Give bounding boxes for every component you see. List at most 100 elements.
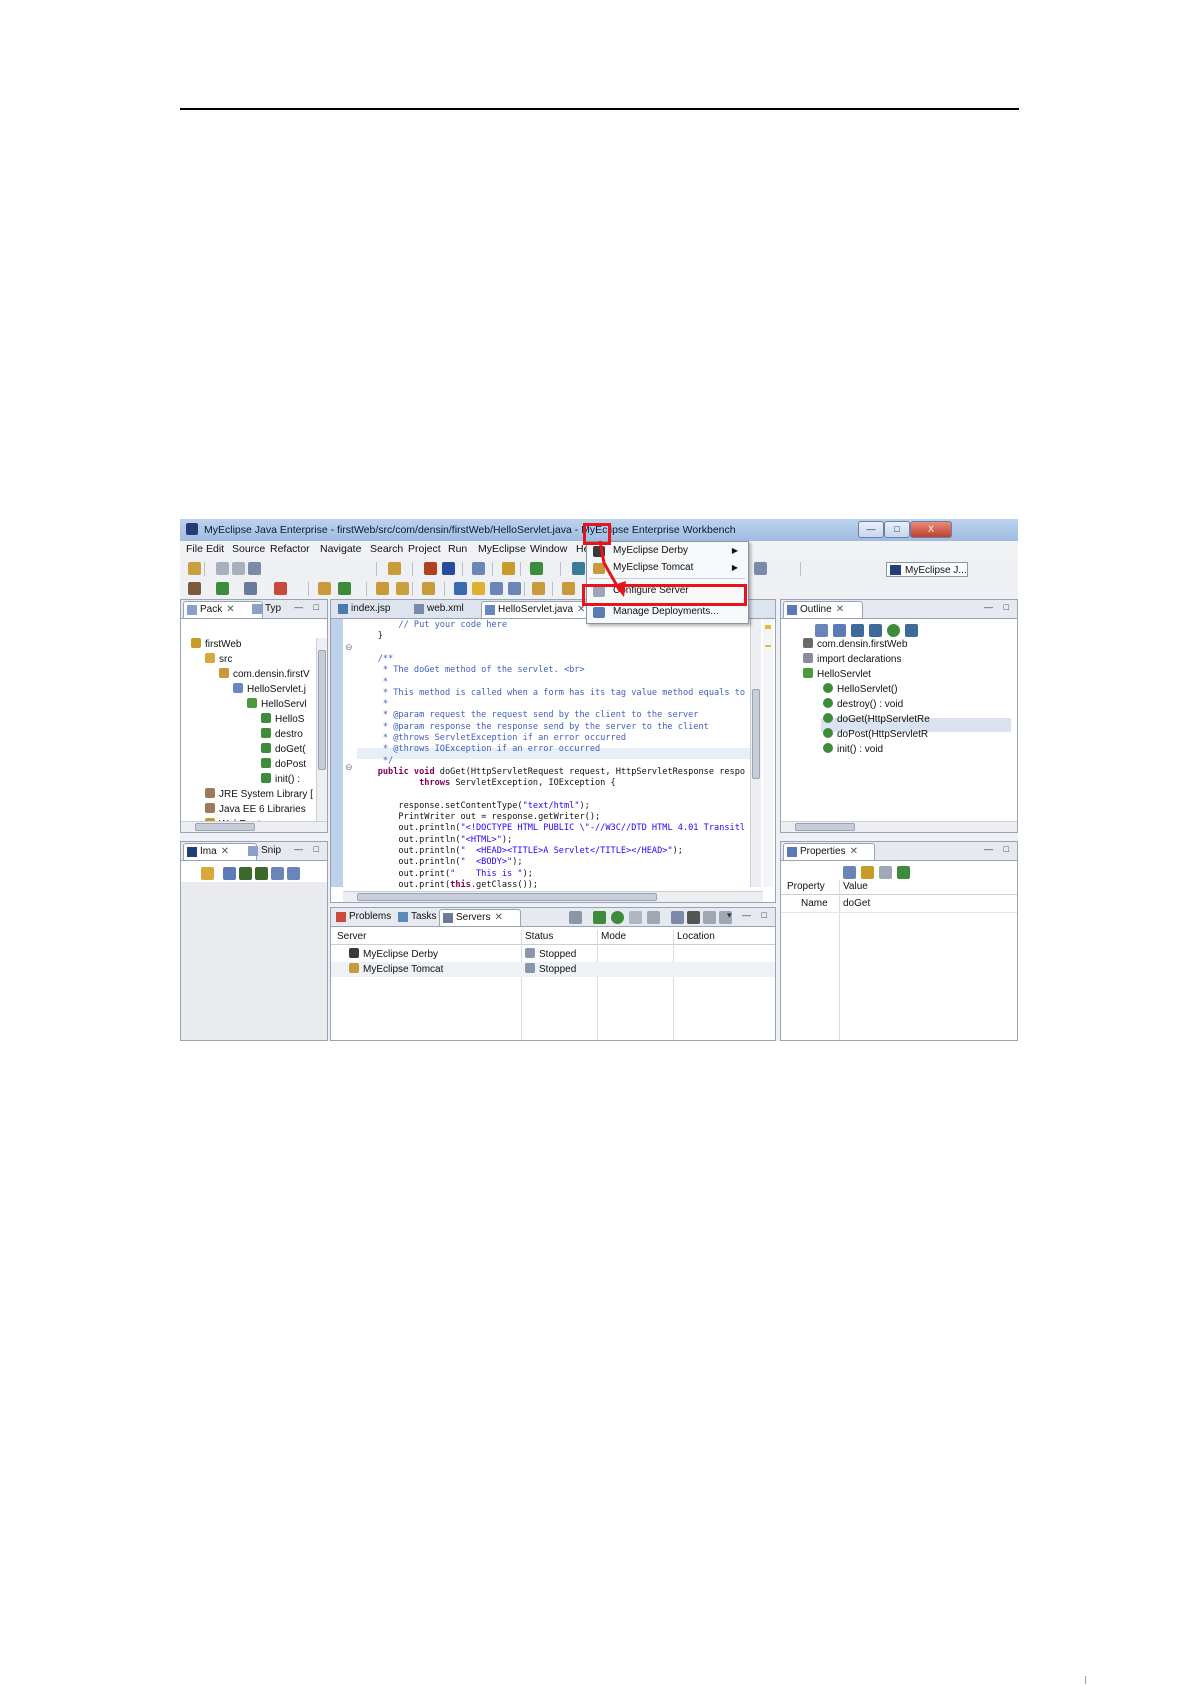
- maximize-button[interactable]: □: [884, 521, 910, 538]
- menu-window[interactable]: Window: [530, 543, 567, 555]
- zoom-in-icon[interactable]: [239, 867, 252, 880]
- profile-server-icon[interactable]: [629, 911, 642, 924]
- toolbar-button-icon[interactable]: [472, 582, 485, 595]
- outline-item[interactable]: HelloServlet(): [823, 683, 898, 697]
- menu-edit[interactable]: Edit: [206, 543, 224, 555]
- hide-fields-icon[interactable]: [851, 624, 864, 637]
- toolbar-button-icon[interactable]: [424, 562, 437, 575]
- toolbar-button-icon[interactable]: [396, 582, 409, 595]
- minimize-maximize-icons[interactable]: — □: [294, 602, 323, 612]
- toolbar-button-icon[interactable]: [532, 582, 545, 595]
- outline-item[interactable]: init() : void: [823, 743, 883, 757]
- server-row[interactable]: MyEclipse Derby: [349, 947, 438, 962]
- toolbar-button-icon[interactable]: [216, 582, 229, 595]
- horizontal-scrollbar[interactable]: [343, 891, 763, 902]
- image-view-icon[interactable]: [223, 867, 236, 880]
- toolbar-button-icon[interactable]: [454, 582, 467, 595]
- toolbar-button-icon[interactable]: [188, 582, 201, 595]
- toolbar-button-icon[interactable]: [232, 562, 245, 575]
- menu-project[interactable]: Project: [408, 543, 441, 555]
- menu-myeclipse[interactable]: MyEclipse: [478, 543, 526, 555]
- warning-marker[interactable]: [765, 625, 771, 629]
- horizontal-scrollbar[interactable]: [781, 821, 1017, 832]
- tab-servers[interactable]: Servers ✕: [439, 909, 521, 926]
- toolbar-button-icon[interactable]: [562, 582, 575, 595]
- tab-properties[interactable]: Properties ✕: [783, 843, 875, 860]
- hide-local-types-icon[interactable]: [905, 624, 918, 637]
- server-column-header[interactable]: Server: [337, 930, 366, 944]
- toolbar-button-icon[interactable]: [508, 582, 521, 595]
- vertical-scrollbar[interactable]: [750, 619, 761, 887]
- scroll-thumb[interactable]: [195, 823, 255, 831]
- hide-static-icon[interactable]: [869, 624, 882, 637]
- tree-item[interactable]: doPost: [261, 758, 306, 772]
- horizontal-scrollbar[interactable]: [181, 821, 327, 832]
- tree-item[interactable]: com.densin.firstV: [219, 668, 310, 682]
- stop-server-icon[interactable]: [647, 911, 660, 924]
- toolbar-button-icon[interactable]: [216, 562, 229, 575]
- outline-item[interactable]: HelloServlet: [803, 668, 871, 682]
- view-menu-minimize-maximize[interactable]: ▾ — □: [727, 910, 771, 921]
- menu-refactor[interactable]: Refactor: [270, 543, 310, 555]
- zoom-out-icon[interactable]: [255, 867, 268, 880]
- mode-column-header[interactable]: Mode: [601, 930, 626, 944]
- toolbar-button-icon[interactable]: [572, 562, 585, 575]
- toolbar-button-icon[interactable]: [422, 582, 435, 595]
- warning-marker[interactable]: [765, 645, 771, 647]
- close-button[interactable]: X: [910, 521, 952, 538]
- debug-server-icon[interactable]: [569, 911, 582, 924]
- perspective-switcher[interactable]: MyEclipse J...: [886, 562, 968, 577]
- tree-item[interactable]: src: [205, 653, 232, 667]
- vertical-scrollbar[interactable]: [316, 638, 327, 824]
- hide-nonpublic-icon[interactable]: [887, 624, 900, 637]
- minimize-button[interactable]: —: [858, 521, 884, 538]
- outline-item[interactable]: doGet(HttpServletRe: [823, 713, 930, 727]
- toolbar-button-icon[interactable]: [376, 582, 389, 595]
- fit-icon[interactable]: [271, 867, 284, 880]
- close-icon[interactable]: ✕: [836, 604, 844, 615]
- tree-item[interactable]: init() :: [261, 773, 300, 787]
- tree-item[interactable]: firstWeb: [191, 638, 242, 652]
- outline-item[interactable]: import declarations: [803, 653, 901, 667]
- close-icon[interactable]: ✕: [494, 912, 502, 923]
- scroll-thumb[interactable]: [795, 823, 855, 831]
- property-value[interactable]: doGet: [843, 896, 870, 911]
- scroll-thumb[interactable]: [357, 893, 657, 901]
- tree-item[interactable]: destro: [261, 728, 303, 742]
- outline-item[interactable]: doPost(HttpServletR: [823, 728, 928, 742]
- close-icon[interactable]: ✕: [850, 846, 858, 857]
- menu-source[interactable]: Source: [232, 543, 265, 555]
- tab-index-jsp[interactable]: index.jsp: [335, 601, 415, 617]
- menu-navigate[interactable]: Navigate: [320, 543, 361, 555]
- close-icon[interactable]: ✕: [226, 604, 234, 615]
- tree-item[interactable]: doGet(: [261, 743, 306, 757]
- minimize-maximize-icons[interactable]: — □: [984, 602, 1013, 612]
- minimize-maximize-icons[interactable]: — □: [984, 844, 1013, 854]
- scroll-thumb[interactable]: [752, 689, 760, 779]
- menu-search[interactable]: Search: [370, 543, 403, 555]
- toolbar-button-icon[interactable]: [388, 562, 401, 575]
- toolbar-button-icon[interactable]: [338, 582, 351, 595]
- tab-outline[interactable]: Outline ✕: [783, 601, 863, 618]
- collapse-all-icon[interactable]: [815, 624, 828, 637]
- toolbar-button-icon[interactable]: [472, 562, 485, 575]
- toolbar-button-icon[interactable]: [188, 562, 201, 575]
- tree-item[interactable]: Java EE 6 Libraries: [205, 803, 306, 817]
- location-column-header[interactable]: Location: [677, 930, 715, 944]
- toolbar-button-icon[interactable]: [248, 562, 261, 575]
- refresh-icon[interactable]: [201, 867, 214, 880]
- sort-icon[interactable]: [833, 624, 846, 637]
- publish-icon[interactable]: [671, 911, 684, 924]
- toolbar-button-icon[interactable]: [530, 562, 543, 575]
- toolbar-button-icon[interactable]: [442, 562, 455, 575]
- tree-item[interactable]: JRE System Library [: [205, 788, 313, 802]
- fold-icon[interactable]: ⊖: [345, 762, 353, 773]
- tree-item[interactable]: HelloServl: [247, 698, 307, 712]
- tree-item[interactable]: HelloServlet.j: [233, 683, 306, 697]
- toolbar-button-icon[interactable]: [318, 582, 331, 595]
- toolbar-button-icon[interactable]: [244, 582, 257, 595]
- filter-icon[interactable]: [861, 866, 874, 879]
- toolbar-button-icon[interactable]: [490, 582, 503, 595]
- properties-icon[interactable]: [703, 911, 716, 924]
- actual-size-icon[interactable]: [287, 867, 300, 880]
